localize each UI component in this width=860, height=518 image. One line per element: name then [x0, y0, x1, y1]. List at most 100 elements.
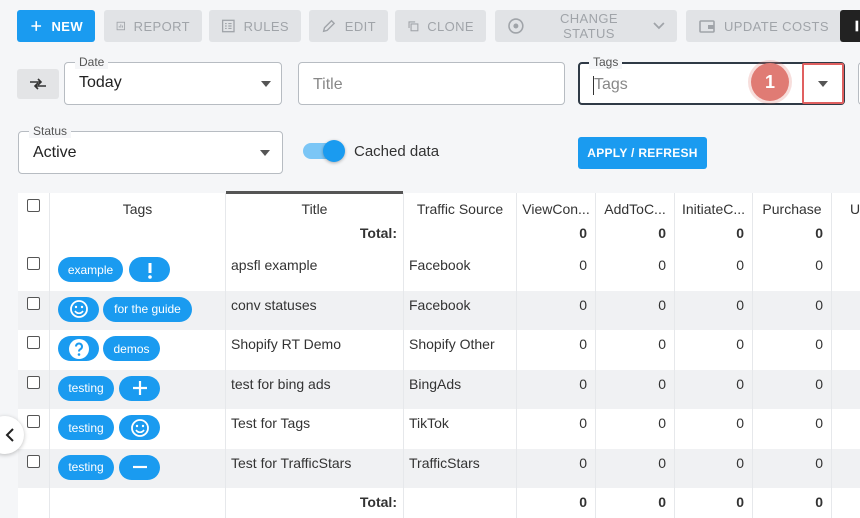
row-checkbox[interactable] — [27, 454, 40, 468]
purchase-column-header[interactable]: Purchase 0 — [753, 193, 832, 251]
row-title[interactable]: Shopify RT Demo — [231, 336, 341, 352]
tag-chip[interactable]: testing — [58, 454, 114, 480]
row-title[interactable]: Test for Tags — [231, 415, 310, 431]
plus-icon[interactable] — [119, 375, 160, 401]
change-status-button[interactable]: CHANGE STATUS — [495, 10, 677, 42]
wallet-icon — [699, 20, 715, 33]
traffic-source-column-header[interactable]: Traffic Source — [404, 193, 517, 251]
table-row[interactable]: example apsfl example Facebook 0 0 0 0 — [18, 251, 860, 291]
new-button[interactable]: NEW — [17, 10, 95, 42]
row-traffic-source: TrafficStars — [409, 454, 480, 471]
row-traffic-source: TikTok — [409, 415, 449, 431]
minus-icon[interactable] — [119, 454, 160, 480]
tags-cell: demos — [50, 330, 226, 370]
table-footer: Total: 0 0 0 0 — [18, 488, 860, 518]
tags-cell: testing — [50, 369, 226, 409]
row-add-to-cart: 0 — [658, 257, 666, 273]
tag-chip[interactable]: example — [58, 257, 123, 282]
cached-data-toggle[interactable] — [303, 140, 345, 162]
caret-down-icon — [260, 150, 270, 156]
smiley-icon[interactable] — [119, 415, 160, 440]
initiate-checkout-header-label: InitiateC... — [681, 201, 746, 217]
row-purchase: 0 — [815, 454, 823, 471]
tags-cell: testing — [50, 409, 226, 449]
plus-icon — [31, 21, 42, 31]
title-input[interactable]: Title — [298, 62, 565, 105]
row-title[interactable]: apsfl example — [231, 257, 317, 273]
header-total-value: 0 — [579, 225, 587, 241]
row-add-to-cart: 0 — [658, 375, 666, 392]
footer-total-value: 0 — [658, 494, 666, 510]
table-row[interactable]: testing Test for TrafficStars TrafficSta… — [18, 448, 860, 488]
table-row[interactable]: testing test for bing ads BingAds 0 0 0 … — [18, 369, 860, 409]
exclamation-icon[interactable] — [129, 257, 170, 282]
footer-total-value: 0 — [579, 494, 587, 510]
tags-cell: example — [50, 251, 226, 291]
select-all-checkbox[interactable] — [27, 199, 40, 212]
purchase-header-label: Purchase — [762, 201, 822, 217]
traffic-source-header-label: Traffic Source — [416, 201, 504, 217]
smiley-icon[interactable] — [58, 296, 99, 322]
tag-chip[interactable]: for the guide — [103, 296, 192, 322]
tags-column-header[interactable]: Tags — [50, 193, 226, 251]
update-costs-button[interactable]: UPDATE COSTS — [686, 10, 847, 42]
update-costs-label: UPDATE COSTS — [724, 18, 829, 34]
tags-dropdown-button[interactable] — [802, 63, 844, 104]
apply-refresh-button[interactable]: APPLY / REFRESH — [578, 137, 707, 169]
footer-total-value: 0 — [736, 494, 744, 510]
caret-down-icon — [818, 80, 828, 87]
title-column-header[interactable]: Title Total: — [226, 191, 404, 251]
row-initiate-checkout: 0 — [736, 257, 744, 273]
report-button[interactable]: REPORT — [104, 10, 202, 42]
copy-icon — [408, 21, 419, 32]
table-row[interactable]: testing Test for Tags TikTok 0 0 0 0 — [18, 409, 860, 449]
row-initiate-checkout: 0 — [736, 454, 744, 471]
edit-label: EDIT — [344, 18, 376, 34]
more-actions-button[interactable] — [840, 10, 860, 42]
row-view-content: 0 — [579, 336, 587, 352]
tag-chip[interactable]: testing — [58, 375, 114, 401]
table-row[interactable]: demos Shopify RT Demo Shopify Other 0 0 … — [18, 330, 860, 370]
row-checkbox[interactable] — [27, 375, 40, 389]
sort-indicator — [226, 191, 403, 194]
add-to-cart-header-label: AddToC... — [604, 201, 666, 217]
row-title[interactable]: test for bing ads — [231, 376, 331, 392]
add-to-cart-column-header[interactable]: AddToC... 0 — [596, 193, 675, 251]
next-column-header[interactable]: U — [832, 193, 860, 251]
rules-button[interactable]: RULES — [209, 10, 301, 42]
swap-dates-button[interactable] — [17, 69, 59, 99]
status-icon — [508, 18, 524, 34]
row-checkbox[interactable] — [27, 336, 40, 349]
clone-button[interactable]: CLONE — [395, 10, 486, 42]
row-checkbox[interactable] — [27, 415, 40, 428]
date-select[interactable]: Date Today — [64, 55, 282, 105]
swap-arrows-icon — [30, 78, 46, 90]
row-view-content: 0 — [579, 454, 587, 471]
row-add-to-cart: 0 — [658, 296, 666, 313]
cached-data-label: Cached data — [354, 143, 440, 160]
tag-chip[interactable]: testing — [58, 415, 114, 440]
step-badge: 1 — [751, 63, 789, 101]
row-purchase: 0 — [815, 257, 823, 273]
row-title[interactable]: conv statuses — [231, 297, 317, 313]
initiate-checkout-column-header[interactable]: InitiateC... 0 — [675, 193, 753, 251]
table-header: Tags Title Total: Traffic Source ViewCon… — [18, 191, 860, 251]
row-add-to-cart: 0 — [658, 415, 666, 431]
footer-total-label: Total: — [359, 494, 397, 510]
status-select[interactable]: Status Active — [18, 124, 283, 174]
edit-button[interactable]: EDIT — [309, 10, 388, 42]
row-checkbox[interactable] — [27, 257, 40, 270]
row-checkbox[interactable] — [27, 296, 40, 310]
table-row[interactable]: for the guide conv statuses Facebook 0 0… — [18, 290, 860, 330]
toolbar: NEW REPORT RULES EDIT CLONE CHANGE STATU… — [17, 10, 860, 42]
tag-chip[interactable]: demos — [103, 336, 160, 361]
view-content-column-header[interactable]: ViewCon... 0 — [517, 193, 596, 251]
pencil-icon — [322, 19, 336, 33]
caret-down-icon — [261, 81, 271, 87]
row-traffic-source: Facebook — [409, 296, 471, 313]
row-title[interactable]: Test for TrafficStars — [231, 455, 351, 471]
tags-header-label: Tags — [122, 201, 153, 217]
row-purchase: 0 — [815, 296, 823, 313]
chevron-down-icon — [653, 22, 665, 30]
question-icon[interactable] — [58, 336, 99, 361]
